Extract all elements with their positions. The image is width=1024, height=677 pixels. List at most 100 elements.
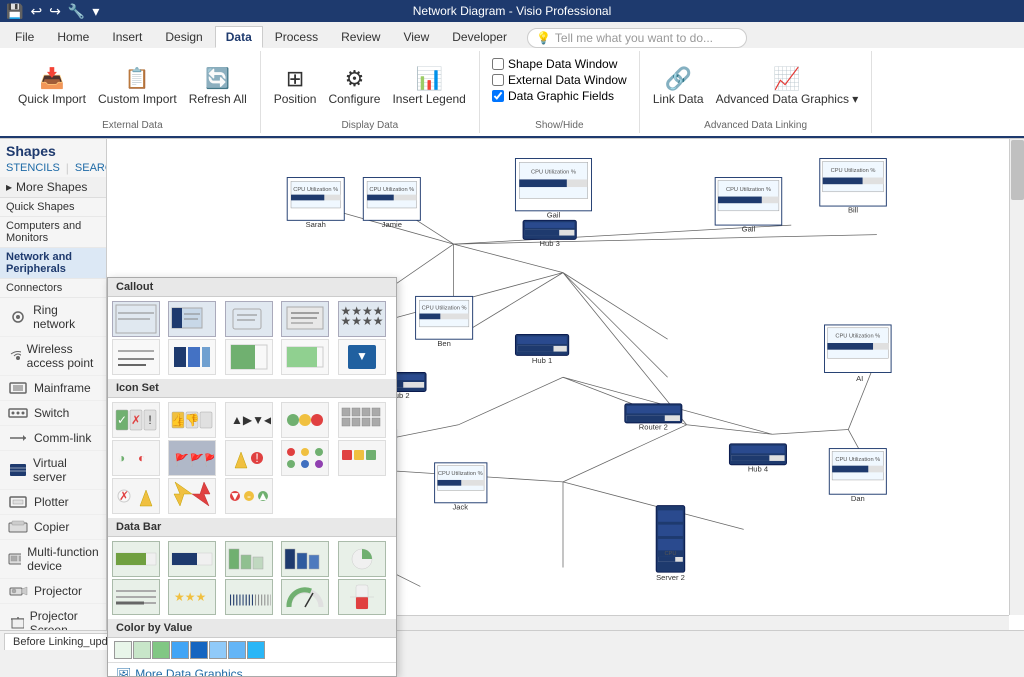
icon-set-4[interactable]: [281, 402, 329, 438]
svg-text:◑: ◑: [118, 451, 125, 465]
more-data-graphics-button[interactable]: 🖼 More Data Graphics: [108, 662, 396, 677]
customize-button[interactable]: 🔧: [66, 3, 87, 20]
quick-access-toolbar[interactable]: 💾 ↩ ↪ 🔧 ▾: [0, 0, 105, 22]
databar-6[interactable]: [112, 579, 160, 615]
projector-screen-item[interactable]: Projector Screen: [0, 604, 106, 630]
icon-set-10[interactable]: [338, 440, 386, 476]
icon-set-5[interactable]: [338, 402, 386, 438]
more-shapes-button[interactable]: ▸ More Shapes: [0, 177, 106, 198]
callout-item-6[interactable]: [112, 339, 160, 375]
swatch-3[interactable]: [152, 641, 170, 659]
connectors-item[interactable]: Connectors: [0, 279, 106, 298]
virtual-server-item[interactable]: Virtual server: [0, 451, 106, 490]
databar-4[interactable]: [281, 541, 329, 577]
projector-item[interactable]: Projector: [0, 579, 106, 604]
callout-item-8[interactable]: [225, 339, 273, 375]
external-data-label: External Data Window: [508, 73, 627, 87]
display-data-group-label: Display Data: [341, 118, 398, 131]
callout-item-5[interactable]: ★★★★★★★★: [338, 301, 386, 337]
tab-process[interactable]: Process: [264, 26, 329, 48]
undo-button[interactable]: ↩: [28, 3, 44, 20]
stencils-link[interactable]: STENCILS: [6, 162, 60, 174]
tell-me-input[interactable]: 💡 Tell me what you want to do...: [527, 28, 747, 48]
swatch-5[interactable]: [190, 641, 208, 659]
ring-network-item[interactable]: Ring network: [0, 298, 106, 337]
advanced-data-graphics-button[interactable]: 📈 Advanced Data Graphics ▾: [711, 63, 864, 109]
switch-icon: [8, 406, 28, 420]
databar-7[interactable]: ★★★: [168, 579, 216, 615]
search-link[interactable]: SEARCH: [75, 162, 107, 174]
link-data-button[interactable]: 🔗 Link Data: [648, 63, 709, 109]
tab-insert[interactable]: Insert: [101, 26, 153, 48]
databar-8[interactable]: |||||||||||||||| ||||||||: [225, 579, 273, 615]
refresh-all-button[interactable]: 🔄 Refresh All: [184, 63, 252, 109]
icon-set-8[interactable]: !: [225, 440, 273, 476]
data-graphic-fields-input[interactable]: [492, 90, 504, 102]
swatch-6[interactable]: [209, 641, 227, 659]
comm-link-item[interactable]: Comm-link: [0, 426, 106, 451]
tab-file[interactable]: File: [4, 26, 45, 48]
icon-set-6[interactable]: ◑◐: [112, 440, 160, 476]
switch-item[interactable]: Switch: [0, 401, 106, 426]
vertical-scrollbar[interactable]: [1009, 139, 1024, 615]
dropdown-button[interactable]: ▾: [90, 3, 101, 20]
databar-5[interactable]: [338, 541, 386, 577]
tab-review[interactable]: Review: [330, 26, 391, 48]
tab-data[interactable]: Data: [215, 26, 263, 48]
icon-set-1[interactable]: ✓✗!: [112, 402, 160, 438]
icon-set-7[interactable]: 🚩🚩🚩🚩: [168, 440, 216, 476]
position-button[interactable]: ⊞ Position: [269, 63, 322, 109]
icon-set-13[interactable]: ▼ - ▲: [225, 478, 273, 514]
computers-monitors-item[interactable]: Computers and Monitors: [0, 217, 106, 248]
save-button[interactable]: 💾: [4, 3, 25, 20]
external-data-window-input[interactable]: [492, 74, 504, 86]
insert-legend-button[interactable]: 📊 Insert Legend: [387, 63, 470, 109]
tab-view[interactable]: View: [392, 26, 440, 48]
callout-item-9[interactable]: [281, 339, 329, 375]
vertical-scrollbar-thumb[interactable]: [1011, 140, 1024, 200]
icon-set-12[interactable]: [168, 478, 216, 514]
shape-data-window-checkbox[interactable]: Shape Data Window: [492, 57, 617, 71]
plotter-label: Plotter: [34, 495, 69, 509]
copier-item[interactable]: Copier: [0, 515, 106, 540]
wireless-access-item[interactable]: Wireless access point: [0, 337, 106, 376]
multifunction-item[interactable]: Multi-function device: [0, 540, 106, 579]
icon-set-9[interactable]: [281, 440, 329, 476]
callout-item-2[interactable]: [168, 301, 216, 337]
tab-home[interactable]: Home: [46, 26, 100, 48]
data-graphic-fields-checkbox[interactable]: Data Graphic Fields: [492, 89, 614, 103]
callout-item-7[interactable]: [168, 339, 216, 375]
databar-2[interactable]: [168, 541, 216, 577]
icon-set-2[interactable]: 👍👎: [168, 402, 216, 438]
redo-button[interactable]: ↪: [47, 3, 63, 20]
swatch-2[interactable]: [133, 641, 151, 659]
icon-set-11[interactable]: ✗: [112, 478, 160, 514]
external-data-window-checkbox[interactable]: External Data Window: [492, 73, 627, 87]
databar-10[interactable]: [338, 579, 386, 615]
quick-import-button[interactable]: 📥 Quick Import: [13, 63, 91, 109]
svg-text:CPU Utilization %: CPU Utilization %: [369, 187, 414, 193]
swatch-7[interactable]: [228, 641, 246, 659]
swatch-8[interactable]: [247, 641, 265, 659]
quick-shapes-item[interactable]: Quick Shapes: [0, 198, 106, 217]
network-peripherals-item[interactable]: Network and Peripherals: [0, 248, 106, 279]
databar-1[interactable]: [112, 541, 160, 577]
shape-data-window-input[interactable]: [492, 58, 504, 70]
configure-button[interactable]: ⚙ Configure: [323, 63, 385, 109]
plotter-item[interactable]: Plotter: [0, 490, 106, 515]
mainframe-item[interactable]: Mainframe: [0, 376, 106, 401]
tab-developer[interactable]: Developer: [441, 26, 518, 48]
swatch-1[interactable]: [114, 641, 132, 659]
tab-design[interactable]: Design: [154, 26, 213, 48]
svg-text:CPU Utilization %: CPU Utilization %: [831, 168, 876, 174]
databar-3[interactable]: [225, 541, 273, 577]
callout-item-10[interactable]: ▼: [338, 339, 386, 375]
callout-item-1[interactable]: [112, 301, 160, 337]
callout-item-3[interactable]: [225, 301, 273, 337]
databar-9[interactable]: [281, 579, 329, 615]
svg-text:CPU Utilization %: CPU Utilization %: [726, 187, 771, 193]
custom-import-button[interactable]: 📋 Custom Import: [93, 63, 182, 109]
callout-item-4[interactable]: [281, 301, 329, 337]
swatch-4[interactable]: [171, 641, 189, 659]
icon-set-3[interactable]: ▲▶▼◀: [225, 402, 273, 438]
